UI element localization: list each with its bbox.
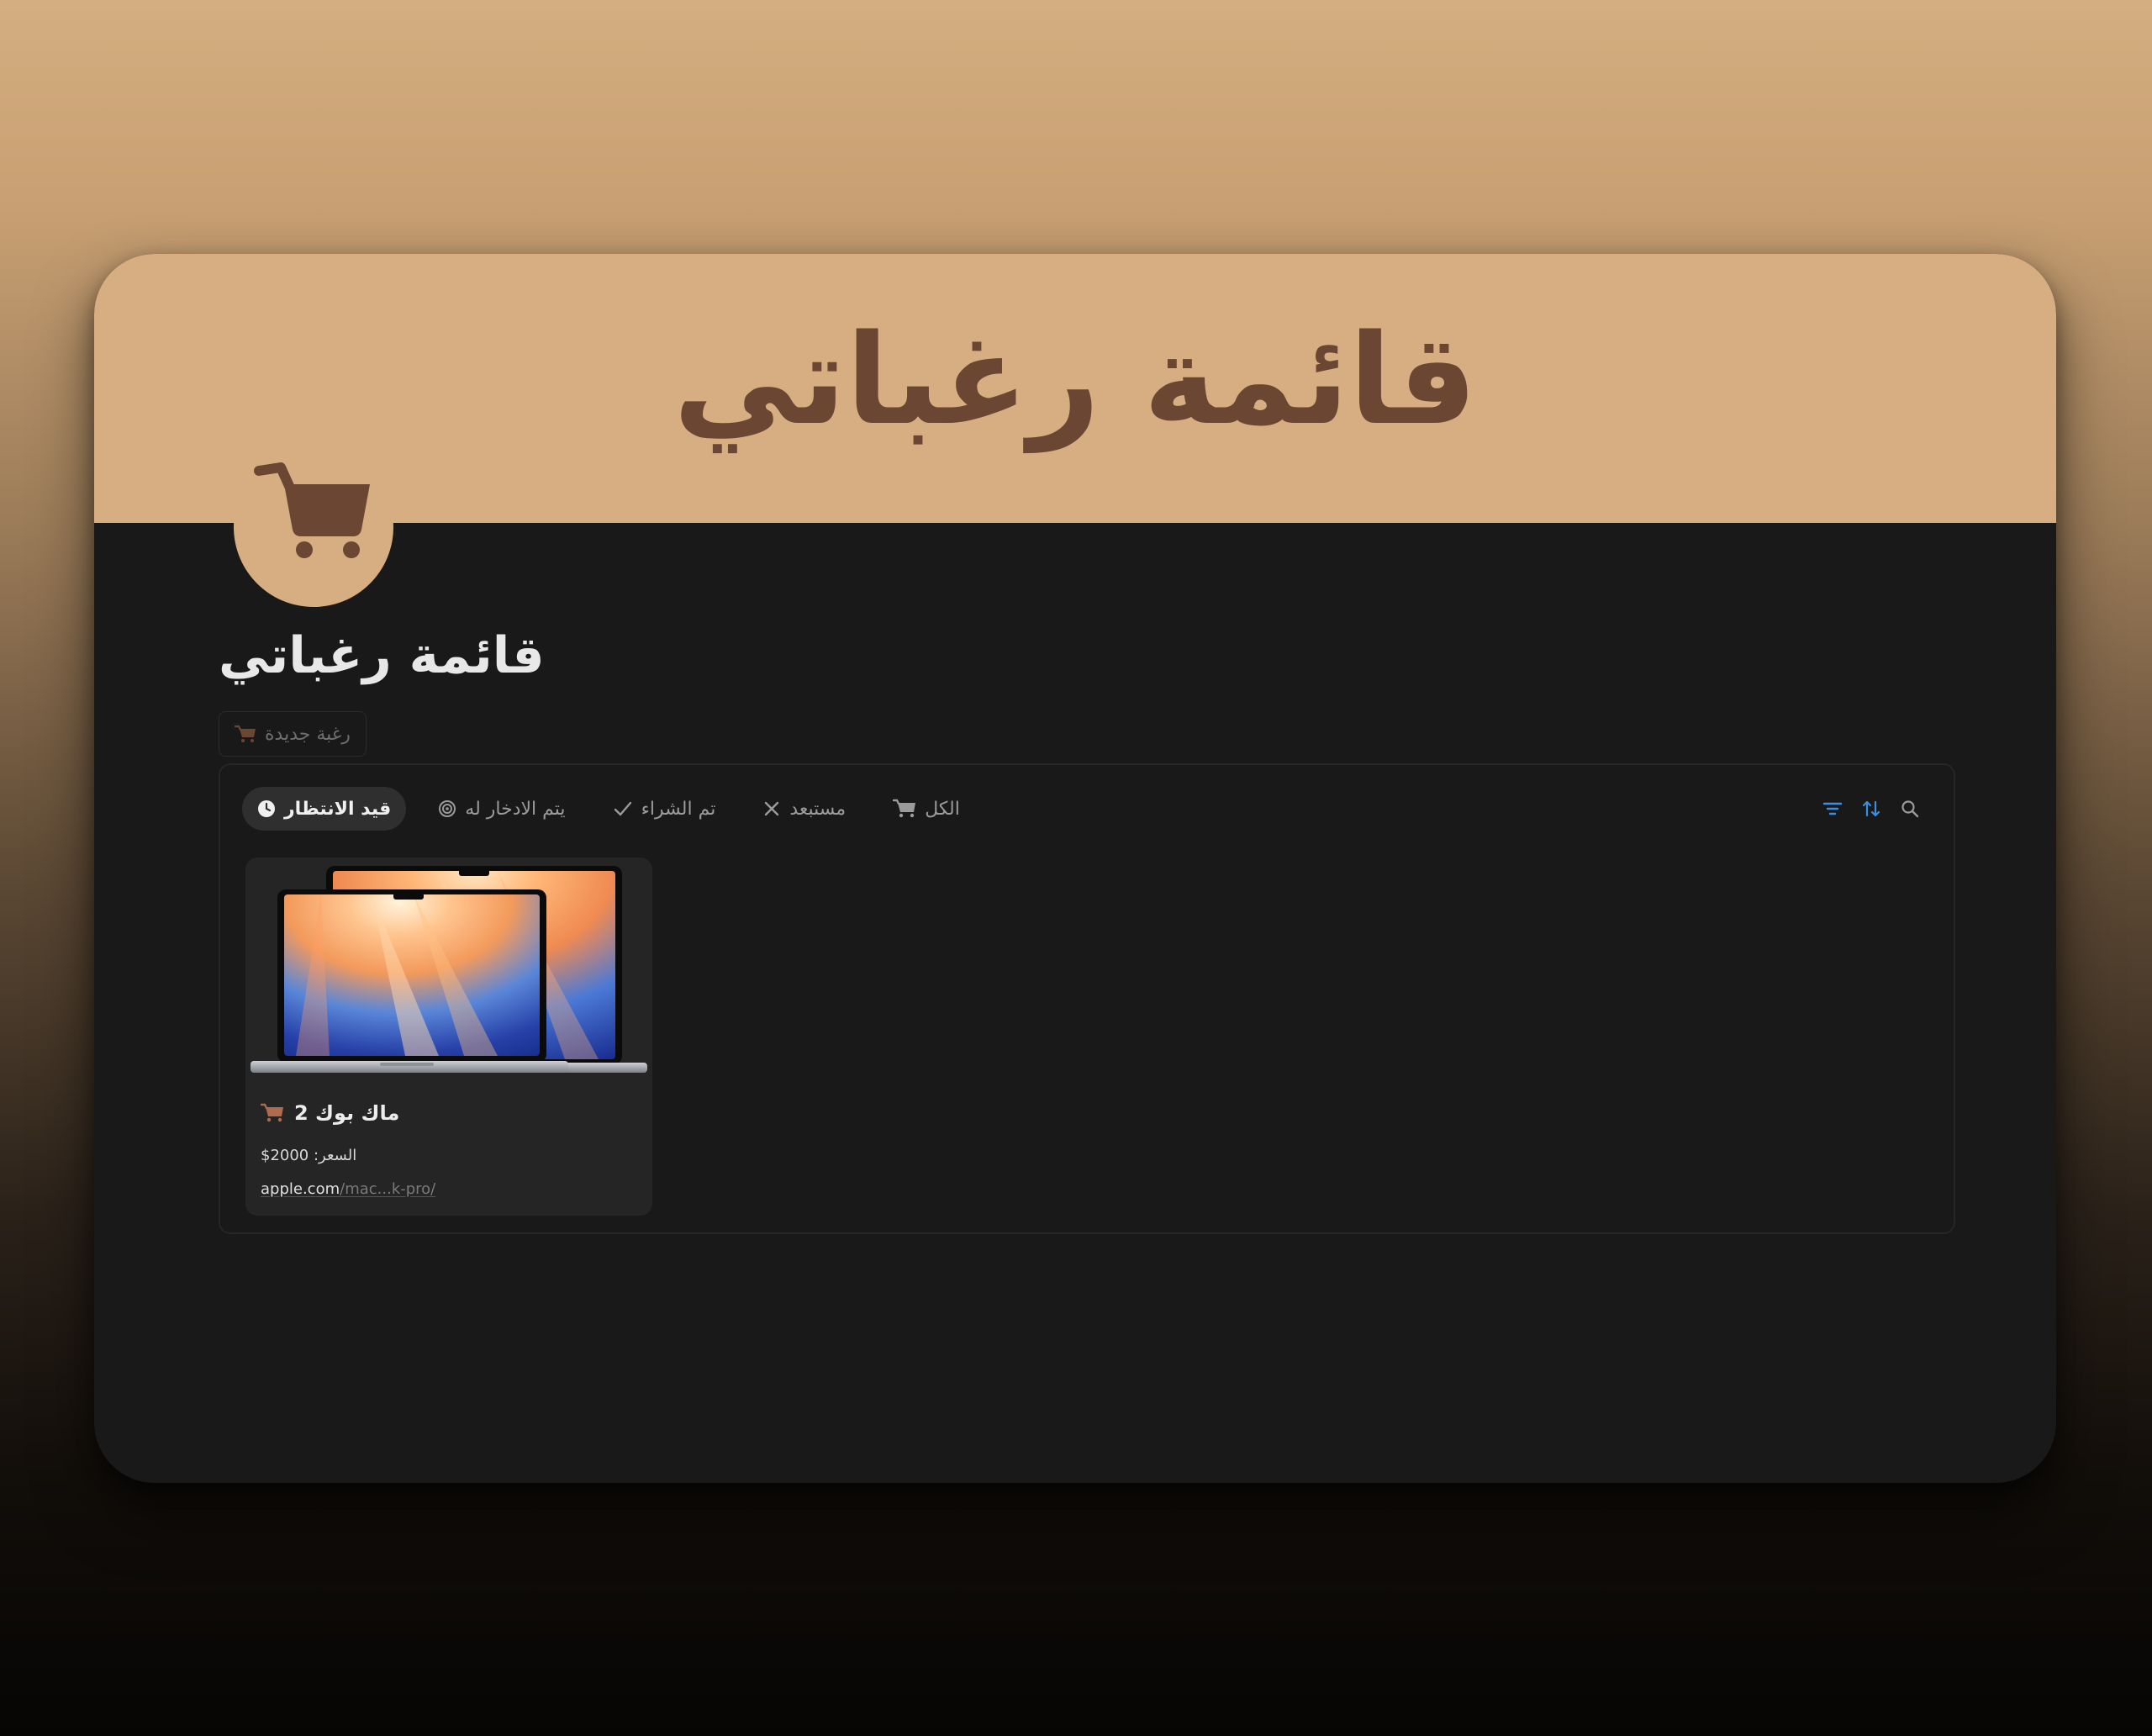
url-path: /mac...k-pro/	[340, 1180, 436, 1198]
tab-label: مستبعد	[789, 798, 847, 820]
page-icon-cart[interactable]	[234, 447, 393, 607]
tab-label: الكل	[925, 798, 960, 820]
target-icon	[439, 800, 456, 817]
tab-all[interactable]: الكل	[878, 787, 975, 831]
tab-excluded[interactable]: مستبعد	[747, 787, 861, 831]
tab-label: قيد الانتظار	[284, 798, 392, 820]
tab-saving[interactable]: يتم الادخار له	[423, 787, 580, 831]
new-wish-button[interactable]: رغبة جديدة	[219, 711, 367, 757]
notion-page-window: قائمة رغباتي قائمة رغباتي رغبة جديدة قيد…	[94, 254, 2056, 1483]
wish-card[interactable]: ماك بوك 2 السعر: 2000$ apple.com/mac...k…	[245, 857, 652, 1216]
tab-purchased[interactable]: تم الشراء	[598, 787, 731, 831]
wish-card-url[interactable]: apple.com/mac...k-pro/	[261, 1180, 435, 1198]
x-icon	[765, 801, 779, 816]
tab-label: يتم الادخار له	[465, 798, 566, 820]
wish-card-title: ماك بوك 2	[261, 1101, 399, 1125]
search-icon[interactable]	[1900, 799, 1920, 819]
sort-icon[interactable]	[1861, 799, 1881, 819]
cover-banner: قائمة رغباتي	[94, 254, 2056, 523]
database-tools	[1822, 799, 1920, 819]
url-host: apple.com	[261, 1180, 340, 1198]
shopping-cart-icon	[893, 799, 916, 818]
page-title: قائمة رغباتي	[219, 622, 723, 689]
wishlist-database: قيد الانتظار يتم الادخار له تم الشراء مس…	[219, 763, 1955, 1234]
check-icon	[614, 801, 631, 816]
filter-icon[interactable]	[1822, 800, 1843, 817]
macbook-laptops-image	[245, 857, 652, 1078]
shopping-cart-icon	[254, 462, 370, 558]
wish-card-price: السعر: 2000$	[261, 1147, 357, 1164]
tab-pending[interactable]: قيد الانتظار	[242, 787, 407, 831]
page-title-text: قائمة رغباتي	[219, 626, 545, 685]
shopping-cart-icon	[235, 725, 256, 742]
new-wish-label: رغبة جديدة	[265, 723, 351, 745]
view-tabs: قيد الانتظار يتم الادخار له تم الشراء مس…	[242, 787, 975, 831]
tab-label: تم الشراء	[641, 798, 716, 820]
wish-card-name: ماك بوك 2	[294, 1101, 400, 1125]
clock-icon	[258, 800, 275, 817]
cover-title: قائمة رغباتي	[672, 308, 1478, 452]
shopping-cart-icon	[261, 1103, 283, 1122]
